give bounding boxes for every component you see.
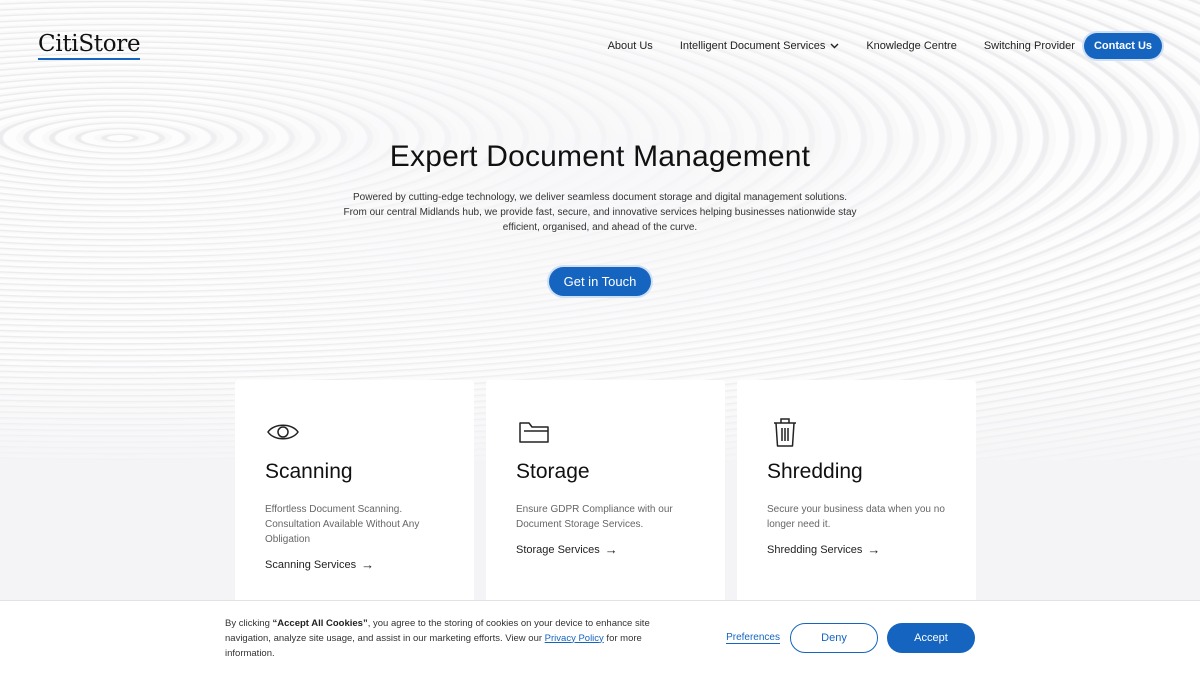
nav-services-label: Intelligent Document Services (679, 40, 826, 52)
service-card-storage: Storage Ensure GDPR Compliance with our … (486, 380, 725, 610)
service-card-shredding: Shredding Secure your business data when… (737, 380, 976, 610)
accept-button[interactable]: Accept (887, 623, 975, 653)
scanning-services-link[interactable]: Scanning Services → (265, 557, 444, 572)
cookie-actions: Preferences Deny Accept (726, 623, 975, 653)
card-description: Ensure GDPR Compliance with our Document… (516, 504, 673, 530)
card-description: Secure your business data when you no lo… (767, 504, 945, 530)
trash-icon (767, 414, 803, 450)
nav-about-us[interactable]: About Us (608, 40, 653, 52)
chevron-down-icon (830, 41, 839, 52)
arrow-right-icon: → (604, 542, 618, 557)
storage-services-link[interactable]: Storage Services → (516, 542, 695, 557)
site-header: CitiStore About Us Intelligent Document … (0, 0, 1200, 92)
hero-section: Expert Document Management Powered by cu… (0, 140, 1200, 296)
card-description: Effortless Document Scanning. Consultati… (265, 504, 420, 545)
preferences-link[interactable]: Preferences (726, 632, 780, 644)
nav-intelligent-document-services[interactable]: Intelligent Document Services (680, 40, 840, 52)
cookie-text-prefix: By clicking (225, 617, 273, 629)
card-link-label: Scanning Services (265, 558, 357, 571)
arrow-right-icon: → (867, 542, 881, 557)
arrow-right-icon: → (361, 557, 375, 572)
card-link-label: Shredding Services (767, 543, 863, 556)
card-link-label: Storage Services (516, 543, 600, 556)
services-cards: Scanning Effortless Document Scanning. C… (235, 380, 976, 610)
shredding-services-link[interactable]: Shredding Services → (767, 542, 946, 557)
hero-description: Powered by cutting-edge technology, we d… (343, 192, 857, 233)
logo[interactable]: CitiStore (38, 31, 141, 61)
card-title: Shredding (767, 460, 863, 483)
contact-us-button[interactable]: Contact Us (1083, 33, 1162, 59)
main-nav: About Us Intelligent Document Services K… (581, 33, 1162, 59)
service-card-scanning: Scanning Effortless Document Scanning. C… (235, 380, 474, 610)
deny-button[interactable]: Deny (790, 623, 878, 653)
nav-knowledge-centre[interactable]: Knowledge Centre (866, 40, 957, 52)
privacy-policy-link[interactable]: Privacy Policy (545, 633, 604, 644)
cookie-text: By clicking “Accept All Cookies”, you ag… (225, 616, 675, 661)
eye-icon (265, 414, 301, 450)
nav-switching-provider[interactable]: Switching Provider (984, 40, 1075, 52)
cookie-text-bold: “Accept All Cookies” (272, 617, 368, 629)
folder-icon (516, 414, 552, 450)
page-title: Expert Document Management (389, 140, 811, 173)
cookie-banner: By clicking “Accept All Cookies”, you ag… (0, 600, 1200, 675)
get-in-touch-button[interactable]: Get in Touch (548, 267, 652, 296)
card-title: Storage (516, 460, 590, 483)
card-title: Scanning (265, 460, 353, 483)
